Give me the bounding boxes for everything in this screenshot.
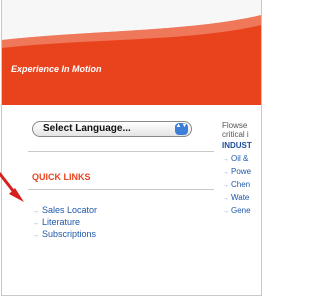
header-banner: Experience In Motion — [2, 0, 261, 105]
industry-link[interactable]: → Wate — [222, 193, 251, 206]
arrow-right-icon: → — [222, 208, 229, 215]
arrow-right-icon: → — [222, 169, 229, 176]
quick-link-subscriptions[interactable]: → Subscriptions — [32, 229, 97, 241]
arrow-right-icon: → — [222, 182, 229, 189]
select-arrows-icon: ▲▼ — [175, 123, 188, 135]
link-label: Sales Locator — [42, 205, 98, 215]
tagline: Experience In Motion — [11, 64, 102, 74]
intro-text: Flowse critical i — [222, 121, 249, 139]
language-select[interactable]: Select Language... ▲▼ — [32, 121, 192, 137]
intro-line: Flowse — [222, 121, 248, 130]
browser-viewport: Experience In Motion Select Language... … — [1, 0, 262, 296]
quick-link-literature[interactable]: → Literature — [32, 217, 97, 229]
industry-link[interactable]: → Gene — [222, 206, 251, 219]
arrow-right-icon: → — [222, 156, 229, 163]
link-label: Literature — [42, 217, 81, 227]
industry-link[interactable]: → Oil & — [222, 154, 251, 167]
left-sidebar: Select Language... ▲▼ QUICK LINKS → Sales… — [2, 105, 216, 295]
industry-link[interactable]: → Chen — [222, 180, 251, 193]
industries-title: INDUST — [222, 141, 252, 150]
industry-label: Oil & — [231, 154, 249, 163]
industries-list: → Oil & → Powe → Chen → Wate → Gene — [222, 154, 251, 219]
quick-links-list: → Sales Locator → Literature → Subscription… — [32, 205, 97, 241]
industry-label: Powe — [231, 167, 252, 176]
language-select-label: Select Language... — [43, 123, 131, 134]
intro-line: critical i — [222, 130, 249, 139]
quick-link-sales-locator[interactable]: → Sales Locator — [32, 205, 97, 217]
banner-swoosh — [2, 0, 261, 48]
divider — [28, 189, 214, 190]
arrow-right-icon: → — [32, 232, 39, 239]
industry-label: Gene — [231, 206, 251, 215]
industry-label: Chen — [231, 180, 251, 189]
arrow-right-icon: → — [32, 208, 39, 215]
arrow-right-icon: → — [32, 220, 39, 227]
red-pointer-arrow-icon — [0, 172, 24, 202]
link-label: Subscriptions — [42, 229, 97, 239]
main-content: Flowse critical i INDUST → Oil & → Powe → C… — [216, 105, 261, 295]
industry-link[interactable]: → Powe — [222, 167, 251, 180]
divider — [28, 151, 214, 152]
arrow-right-icon: → — [222, 195, 229, 202]
industry-label: Wate — [231, 193, 250, 202]
quick-links-title: QUICK LINKS — [32, 172, 91, 182]
